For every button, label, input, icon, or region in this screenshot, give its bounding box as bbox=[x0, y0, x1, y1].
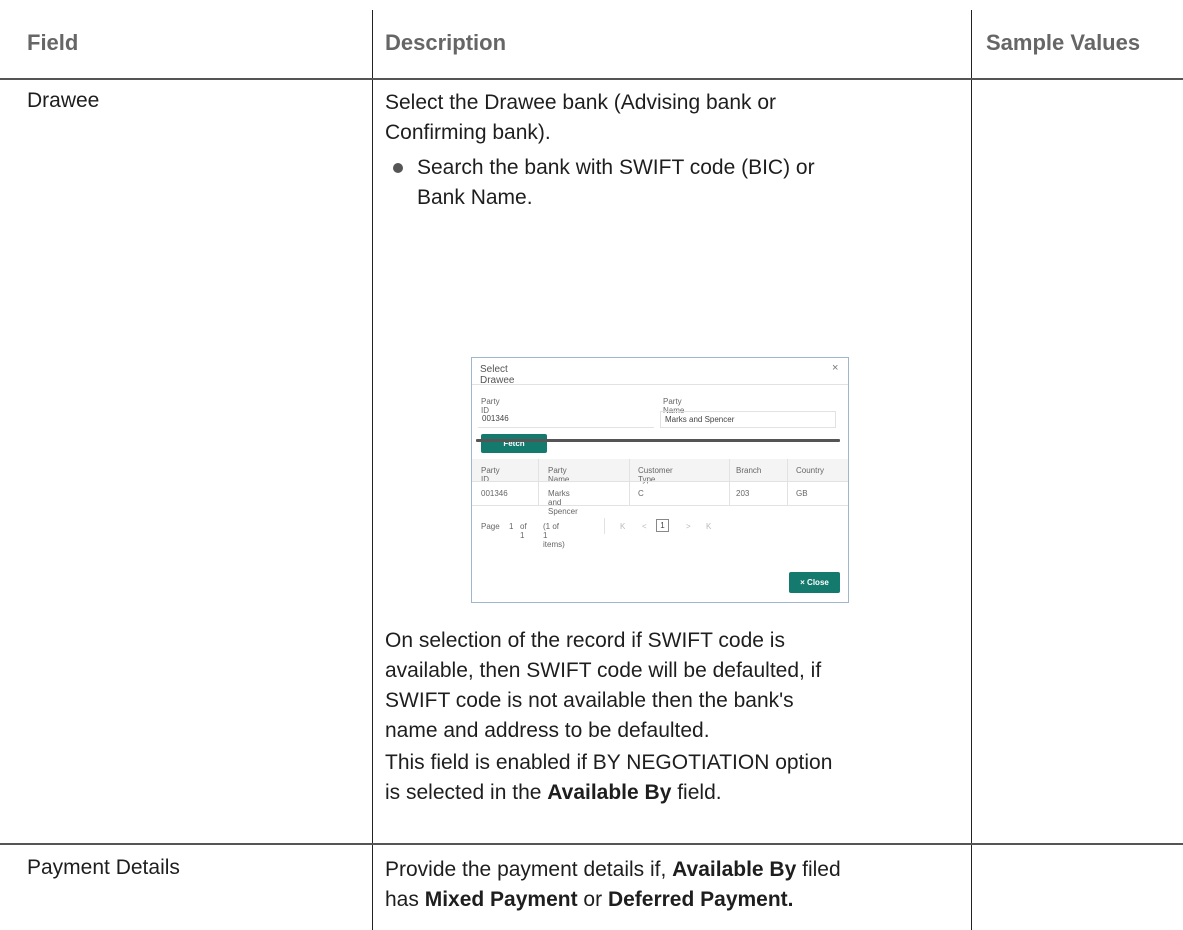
drawee-note-line-2: available, then SWIFT code will be defau… bbox=[385, 659, 822, 682]
prev-page-icon[interactable]: < bbox=[642, 522, 647, 531]
row-divider bbox=[0, 843, 1183, 845]
text-span: is selected in the bbox=[385, 781, 548, 804]
current-page-box[interactable]: 1 bbox=[656, 519, 669, 532]
next-page-icon[interactable]: > bbox=[686, 522, 691, 531]
fetch-button[interactable]: Fetch bbox=[481, 434, 547, 453]
cell-customer-type: C bbox=[638, 489, 644, 498]
available-by-bold: Available By bbox=[672, 858, 797, 881]
cell-party-id: 001346 bbox=[481, 489, 508, 498]
dialog-title: Select Drawee bbox=[480, 364, 515, 386]
drawee-enabled-line-2: is selected in the Available By field. bbox=[385, 778, 965, 808]
text-span: filed bbox=[796, 858, 841, 881]
text-span: has bbox=[385, 888, 425, 911]
grid-col-sep bbox=[787, 459, 788, 505]
grid-row-sep bbox=[472, 481, 848, 482]
deferred-payment-bold: Deferred Payment. bbox=[607, 888, 794, 911]
drawee-bullet-line-1: Search the bank with SWIFT code (BIC) or bbox=[417, 156, 815, 179]
grid-col-sep bbox=[729, 459, 730, 505]
text-span: or bbox=[577, 888, 608, 911]
cell-party-name: Marks and Spencer bbox=[548, 489, 578, 516]
drawee-description-line-2: Confirming bank). bbox=[385, 121, 551, 144]
column-country[interactable]: Country bbox=[796, 466, 824, 475]
column-branch[interactable]: Branch bbox=[736, 466, 761, 475]
party-id-input[interactable]: 001346 bbox=[478, 411, 654, 428]
pager-page-label: Page bbox=[481, 522, 500, 531]
grid-col-sep bbox=[538, 459, 539, 505]
header-description: Description bbox=[385, 30, 507, 55]
dialog-title-divider bbox=[472, 384, 848, 385]
payment-details-line-2: has Mixed Payment or Deferred Payment. bbox=[385, 885, 965, 915]
close-button[interactable]: × Close bbox=[789, 572, 840, 593]
text-span: field. bbox=[671, 781, 722, 804]
pager-divider bbox=[604, 518, 605, 534]
first-page-icon[interactable]: K bbox=[620, 522, 625, 531]
party-name-input[interactable]: Marks and Spencer bbox=[660, 411, 836, 428]
grid-row-sep bbox=[472, 505, 848, 506]
header-field: Field bbox=[27, 30, 79, 55]
cell-country: GB bbox=[796, 489, 808, 498]
pager-of-label: of 1 bbox=[520, 522, 527, 540]
mixed-payment-bold: Mixed Payment bbox=[424, 888, 578, 911]
header-row-divider bbox=[0, 78, 1183, 80]
field-payment-details: Payment Details bbox=[27, 856, 180, 879]
drawee-note-line-4: name and address to be defaulted. bbox=[385, 719, 710, 742]
drawee-description-line-1: Select the Drawee bank (Advising bank or bbox=[385, 91, 777, 114]
field-drawee: Drawee bbox=[27, 89, 100, 112]
header-sample-values: Sample Values bbox=[986, 30, 1141, 55]
payment-details-line-1: Provide the payment details if, Availabl… bbox=[385, 855, 965, 885]
last-page-icon[interactable]: K bbox=[706, 522, 711, 531]
bullet-dot bbox=[393, 163, 403, 173]
drawee-enabled-line-1: This field is enabled if BY NEGOTIATION … bbox=[385, 751, 833, 774]
scrollbar[interactable] bbox=[476, 439, 840, 442]
available-by-bold: Available By bbox=[547, 781, 672, 804]
cell-branch: 203 bbox=[736, 489, 750, 498]
table-column-divider-2 bbox=[971, 10, 972, 930]
table-column-divider-1 bbox=[372, 10, 373, 930]
drawee-bullet-line-2: Bank Name. bbox=[417, 186, 533, 209]
pager-page-number[interactable]: 1 bbox=[509, 522, 513, 531]
text-span: Provide the payment details if, bbox=[385, 858, 673, 881]
drawee-note-line-1: On selection of the record if SWIFT code… bbox=[385, 629, 785, 652]
pager-items-label: (1 of 1 items) bbox=[543, 522, 565, 549]
grid-col-sep bbox=[629, 459, 630, 505]
drawee-note-line-3: SWIFT code is not available then the ban… bbox=[385, 689, 794, 712]
